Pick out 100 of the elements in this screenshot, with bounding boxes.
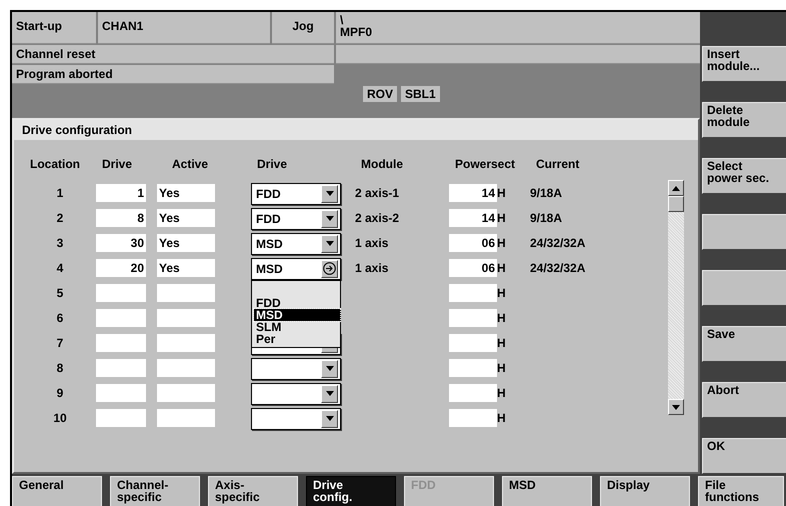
active-field[interactable] bbox=[157, 334, 215, 352]
active-field[interactable]: Yes bbox=[157, 258, 215, 276]
unit-label: H bbox=[497, 410, 506, 424]
program-path: \ MPF0 bbox=[336, 12, 700, 44]
softkey[interactable]: Save bbox=[702, 326, 786, 362]
unit-label: H bbox=[497, 260, 506, 274]
drive-type-dropdown[interactable]: FDD bbox=[251, 208, 341, 230]
dropdown-option[interactable]: SLM bbox=[254, 320, 340, 332]
column-header: Active bbox=[170, 157, 210, 171]
status-indicator: SBL1 bbox=[401, 86, 440, 102]
softkey[interactable]: Display bbox=[600, 476, 690, 506]
powersect-field[interactable] bbox=[449, 384, 497, 402]
drive-number-field[interactable] bbox=[96, 334, 146, 352]
channel-label: CHAN1 bbox=[98, 12, 270, 44]
drive-number-field[interactable] bbox=[96, 308, 146, 326]
active-field[interactable] bbox=[157, 408, 215, 426]
powersect-field[interactable] bbox=[449, 334, 497, 352]
unit-label: H bbox=[497, 186, 506, 200]
active-field[interactable] bbox=[157, 308, 215, 326]
softkey[interactable]: Insert module... bbox=[702, 46, 786, 82]
active-field[interactable] bbox=[157, 384, 215, 402]
drive-type-dropdown[interactable] bbox=[251, 382, 341, 404]
softkey[interactable]: File functions bbox=[698, 476, 784, 506]
drive-type-dropdown[interactable] bbox=[251, 358, 341, 380]
location-number: 3 bbox=[56, 236, 64, 250]
powersect-field[interactable] bbox=[449, 358, 497, 376]
dropdown-option[interactable]: MSD bbox=[254, 308, 340, 320]
drive-number-field[interactable]: 8 bbox=[96, 208, 146, 226]
location-number: 8 bbox=[56, 360, 64, 374]
dropdown-button[interactable] bbox=[321, 360, 338, 378]
location-number: 7 bbox=[56, 336, 64, 350]
drive-number-field[interactable] bbox=[96, 358, 146, 376]
softkey[interactable]: MSD bbox=[502, 476, 592, 506]
scrollbar[interactable] bbox=[668, 180, 684, 415]
softkey[interactable]: Abort bbox=[702, 382, 786, 418]
powersect-field[interactable]: 06 bbox=[449, 234, 497, 252]
mode-label: Start-up bbox=[12, 12, 96, 44]
drive-type-dropdown[interactable]: FDD bbox=[251, 182, 341, 204]
module-text: 2 axis-2 bbox=[355, 210, 400, 224]
active-field[interactable] bbox=[157, 284, 215, 302]
column-header: Module bbox=[360, 157, 404, 171]
powersect-field[interactable]: 06 bbox=[449, 258, 497, 276]
drive-number-field[interactable]: 1 bbox=[96, 184, 146, 202]
caret-icon bbox=[326, 191, 334, 196]
drive-number-field[interactable] bbox=[96, 284, 146, 302]
powersect-field[interactable] bbox=[449, 408, 497, 426]
blank-softkey[interactable] bbox=[702, 214, 786, 250]
column-header: Powersect bbox=[454, 157, 516, 171]
blank-softkey[interactable] bbox=[702, 270, 786, 306]
softkey[interactable]: Delete module bbox=[702, 102, 786, 138]
active-field[interactable]: Yes bbox=[157, 208, 215, 226]
panel-title: Drive configuration bbox=[14, 120, 698, 140]
dropdown-option[interactable]: Per bbox=[254, 332, 340, 344]
column-header: Current bbox=[535, 157, 580, 171]
softkey[interactable]: OK bbox=[702, 438, 786, 474]
dropdown-button[interactable] bbox=[321, 234, 338, 252]
dropdown-button[interactable] bbox=[321, 260, 338, 278]
drive-number-field[interactable]: 30 bbox=[96, 234, 146, 252]
drive-number-field[interactable]: 20 bbox=[96, 258, 146, 276]
powersect-field[interactable] bbox=[449, 308, 497, 326]
powersect-field[interactable] bbox=[449, 284, 497, 302]
current-text: 9/18A bbox=[530, 210, 564, 224]
scroll-down-button[interactable] bbox=[668, 399, 684, 415]
softkey[interactable]: General bbox=[12, 476, 102, 506]
softkey[interactable]: Axis- specific bbox=[208, 476, 298, 506]
drive-number-field[interactable] bbox=[96, 384, 146, 402]
current-text: 24/32/32A bbox=[530, 260, 586, 274]
active-field[interactable] bbox=[157, 358, 215, 376]
softkey[interactable]: Channel- specific bbox=[110, 476, 200, 506]
scroll-up-button[interactable] bbox=[668, 180, 684, 196]
current-text: 9/18A bbox=[530, 186, 564, 200]
drive-number-field[interactable] bbox=[96, 408, 146, 426]
drive-type-dropdown[interactable]: MSD bbox=[251, 232, 341, 254]
location-number: 4 bbox=[56, 260, 64, 274]
unit-label: H bbox=[497, 210, 506, 224]
powersect-field[interactable]: 14 bbox=[449, 184, 497, 202]
down-arrow-icon bbox=[672, 404, 680, 410]
drive-type-value: MSD bbox=[256, 262, 283, 276]
location-number: 6 bbox=[56, 310, 64, 324]
drive-type-value: FDD bbox=[256, 186, 281, 200]
softkey[interactable]: Select power sec. bbox=[702, 158, 786, 194]
module-text: 1 axis bbox=[355, 236, 390, 250]
active-field[interactable]: Yes bbox=[157, 234, 215, 252]
active-field[interactable]: Yes bbox=[157, 184, 215, 202]
up-arrow-icon bbox=[672, 186, 680, 190]
module-text: 2 axis-1 bbox=[355, 186, 400, 200]
dropdown-option[interactable]: FDD bbox=[254, 296, 340, 308]
dropdown-button[interactable] bbox=[321, 384, 338, 402]
dropdown-button[interactable] bbox=[321, 410, 338, 428]
powersect-field[interactable]: 14 bbox=[449, 208, 497, 226]
dropdown-button[interactable] bbox=[321, 210, 338, 228]
softkey[interactable]: Drive config. bbox=[306, 476, 396, 506]
dropdown-button[interactable] bbox=[321, 184, 338, 202]
column-header: Drive bbox=[101, 157, 134, 171]
location-number: 1 bbox=[56, 186, 64, 200]
scroll-thumb[interactable] bbox=[668, 196, 684, 212]
column-header: Location bbox=[29, 157, 81, 171]
drive-type-dropdown[interactable] bbox=[251, 408, 341, 430]
unit-label: H bbox=[497, 360, 506, 374]
drive-type-value: FDD bbox=[256, 212, 281, 226]
